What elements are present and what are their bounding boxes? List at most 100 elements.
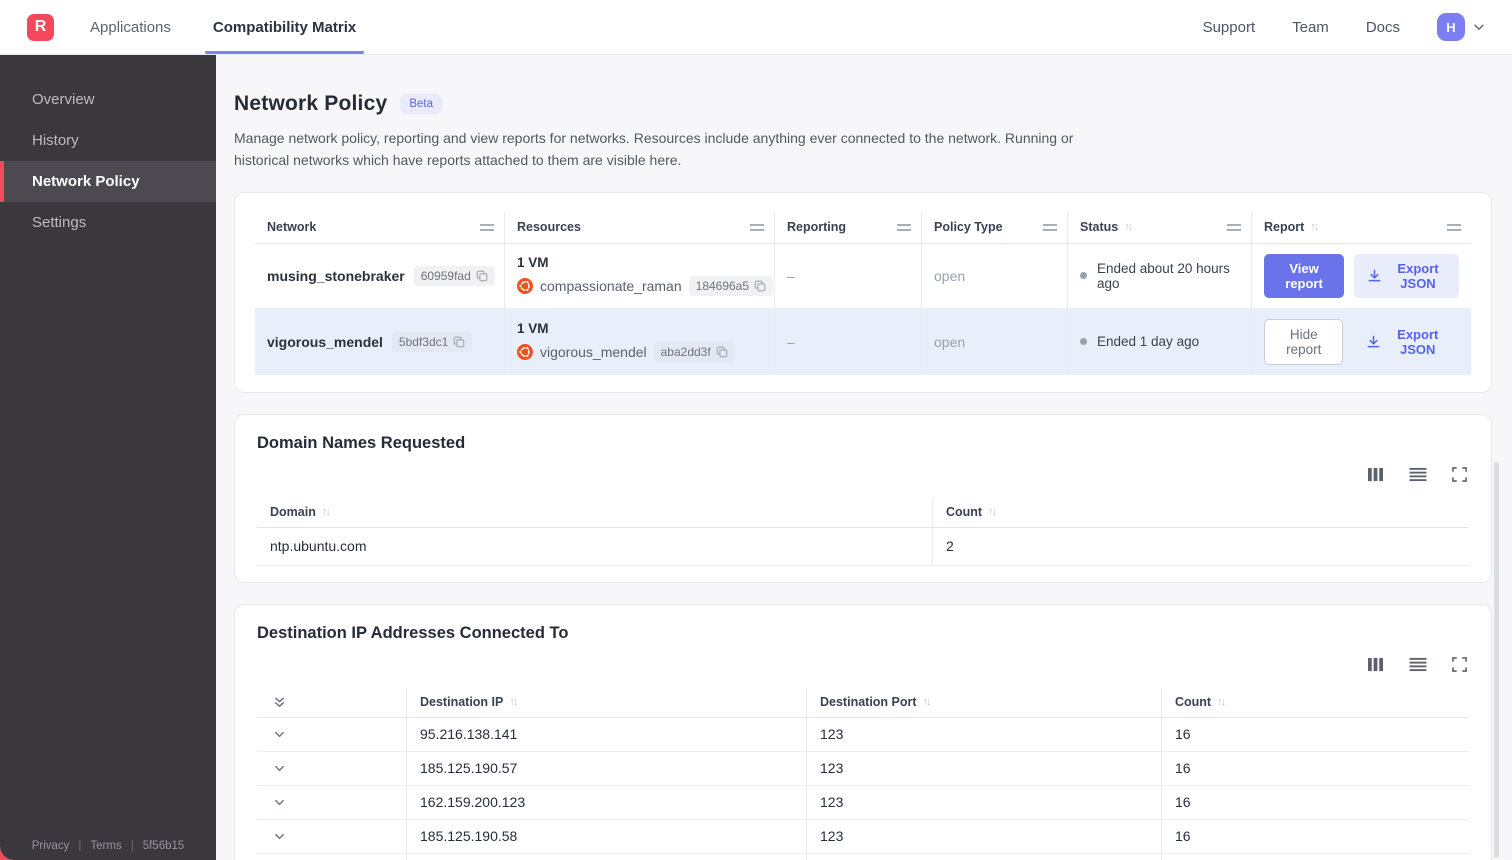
fullscreen-icon[interactable]: [1452, 467, 1467, 483]
network-table-row[interactable]: vigorous_mendel 5bdf3dc1 1 VM vigorous_m…: [255, 308, 1471, 375]
expand-row-icon[interactable]: [273, 830, 286, 843]
row-density-icon[interactable]: [1409, 657, 1427, 672]
destination-port-cell: 123: [807, 785, 1162, 819]
column-header-destination-ip[interactable]: Destination IP ↑↓: [407, 687, 807, 717]
expand-row-icon[interactable]: [273, 796, 286, 809]
column-header-count[interactable]: Count ↑↓: [933, 498, 1469, 527]
nav-link-support[interactable]: Support: [1203, 19, 1256, 36]
sidebar: Overview History Network Policy Settings: [0, 55, 216, 860]
status-dot-icon: [1080, 338, 1087, 346]
column-resize-handle[interactable]: [1227, 223, 1241, 231]
nav-tab[interactable]: Compatibility Matrix: [204, 0, 365, 54]
sort-icon[interactable]: ↑↓: [988, 506, 997, 518]
sidebar-item[interactable]: Settings: [0, 202, 216, 243]
avatar[interactable]: H: [1437, 13, 1465, 41]
column-resize-handle[interactable]: [480, 223, 494, 231]
columns-icon[interactable]: [1367, 657, 1384, 672]
destination-table-row[interactable]: 185.125.190.58 123 16: [257, 819, 1469, 854]
fullscreen-icon[interactable]: [1452, 657, 1467, 673]
count-cell: 2: [946, 538, 954, 555]
domains-table-header: Domain ↑↓ Count ↑↓: [257, 497, 1469, 528]
column-header-resources[interactable]: Resources: [505, 211, 775, 243]
networks-table-header: Network Resources Reporting Policy Type: [255, 211, 1471, 244]
count-cell: 16: [1175, 828, 1191, 845]
column-resize-handle[interactable]: [897, 223, 911, 231]
sidebar-footer: Privacy | Terms | 5f56b15: [0, 840, 216, 852]
sort-icon[interactable]: ↑↓: [923, 696, 932, 708]
app-logo[interactable]: R: [27, 13, 54, 41]
column-header-count[interactable]: Count ↑↓: [1162, 688, 1469, 717]
column-header-network[interactable]: Network: [255, 211, 505, 243]
sort-icon[interactable]: ↑↓: [322, 506, 331, 518]
export-json-button[interactable]: Export JSON: [1353, 320, 1459, 364]
destination-table-row[interactable]: 162.159.200.123 123 16: [257, 785, 1469, 820]
column-header-policy-type[interactable]: Policy Type: [922, 211, 1068, 243]
expand-all-icon[interactable]: [273, 695, 286, 709]
terms-link[interactable]: Terms: [90, 840, 121, 852]
copy-icon[interactable]: [754, 280, 766, 292]
reporting-cell: –: [775, 308, 922, 375]
page-scrollbar[interactable]: [1494, 462, 1499, 858]
sidebar-item[interactable]: History: [0, 120, 216, 161]
top-navigation-bar: R Applications Compatibility Matrix Supp…: [0, 0, 1512, 55]
column-header-status[interactable]: Status ↑↓: [1068, 211, 1252, 243]
resource-id-badge: 184696a5: [688, 276, 774, 297]
count-cell: 16: [1175, 726, 1191, 743]
row-expander-cell: [257, 751, 407, 785]
expand-row-icon[interactable]: [273, 762, 286, 775]
sort-icon[interactable]: ↑↓: [509, 696, 518, 708]
copy-icon[interactable]: [476, 270, 488, 282]
sidebar-item-label: History: [32, 132, 79, 149]
row-density-icon[interactable]: [1409, 467, 1427, 482]
nav-link-docs[interactable]: Docs: [1366, 19, 1400, 36]
sidebar-item[interactable]: Overview: [0, 79, 216, 120]
network-id-badge: 60959fad: [413, 265, 495, 286]
count-cell: 16: [1162, 854, 1469, 860]
privacy-link[interactable]: Privacy: [32, 840, 70, 852]
destination-table-row[interactable]: 95.216.138.141 123 16: [257, 717, 1469, 752]
destination-table-row[interactable]: 95.216.100.21 123 16: [257, 853, 1469, 860]
column-header-reporting[interactable]: Reporting: [775, 211, 922, 243]
sort-icon[interactable]: ↑↓: [1124, 221, 1133, 233]
footer-divider: |: [78, 840, 82, 852]
column-resize-handle[interactable]: [1447, 223, 1461, 231]
destination-ip-cell: 95.216.100.21: [407, 853, 807, 860]
nav-link-team[interactable]: Team: [1292, 19, 1329, 36]
main-content: Network Policy Beta Manage network polic…: [216, 55, 1512, 860]
download-icon: [1367, 268, 1382, 283]
expand-row-icon[interactable]: [273, 728, 286, 741]
user-menu[interactable]: H: [1437, 13, 1486, 41]
resource-count: 1 VM: [517, 255, 549, 271]
ubuntu-os-icon: [517, 278, 533, 295]
column-header-destination-port[interactable]: Destination Port ↑↓: [807, 687, 1162, 717]
sort-icon[interactable]: ↑↓: [1310, 221, 1319, 233]
column-header-report[interactable]: Report ↑↓: [1252, 212, 1471, 243]
destination-table-row[interactable]: 185.125.190.57 123 16: [257, 751, 1469, 786]
network-table-row[interactable]: musing_stonebraker 60959fad 1 VM compass…: [255, 243, 1471, 309]
copy-icon[interactable]: [716, 346, 728, 358]
column-header-domain[interactable]: Domain ↑↓: [257, 497, 933, 527]
sidebar-item-label: Network Policy: [32, 173, 140, 190]
sidebar-item-label: Settings: [32, 214, 87, 231]
copy-icon[interactable]: [453, 336, 465, 348]
report-toggle-button[interactable]: Hide report: [1264, 318, 1344, 365]
export-json-button[interactable]: Export JSON: [1354, 253, 1459, 298]
reporting-cell: –: [775, 243, 922, 308]
resource-count: 1 VM: [517, 321, 549, 337]
nav-tab[interactable]: Applications: [90, 0, 171, 54]
nav-tabs: Applications Compatibility Matrix: [90, 0, 365, 54]
report-toggle-button[interactable]: View report: [1264, 253, 1345, 298]
sidebar-item-label: Overview: [32, 91, 95, 108]
domain-table-row[interactable]: ntp.ubuntu.com 2: [257, 527, 1469, 566]
sidebar-item[interactable]: Network Policy: [0, 161, 216, 202]
domains-table-body: ntp.ubuntu.com 2: [257, 527, 1469, 566]
sort-icon[interactable]: ↑↓: [1217, 696, 1226, 708]
column-resize-handle[interactable]: [750, 223, 764, 231]
domains-card: Domain Names Requested Domain ↑↓ Count ↑…: [234, 413, 1492, 583]
column-resize-handle[interactable]: [1043, 223, 1057, 231]
resource-name: compassionate_raman: [540, 278, 682, 295]
chevron-down-icon: [1472, 20, 1486, 34]
policy-type-cell: open: [922, 308, 1068, 375]
resource-name: vigorous_mendel: [540, 344, 647, 361]
columns-icon[interactable]: [1367, 467, 1384, 482]
